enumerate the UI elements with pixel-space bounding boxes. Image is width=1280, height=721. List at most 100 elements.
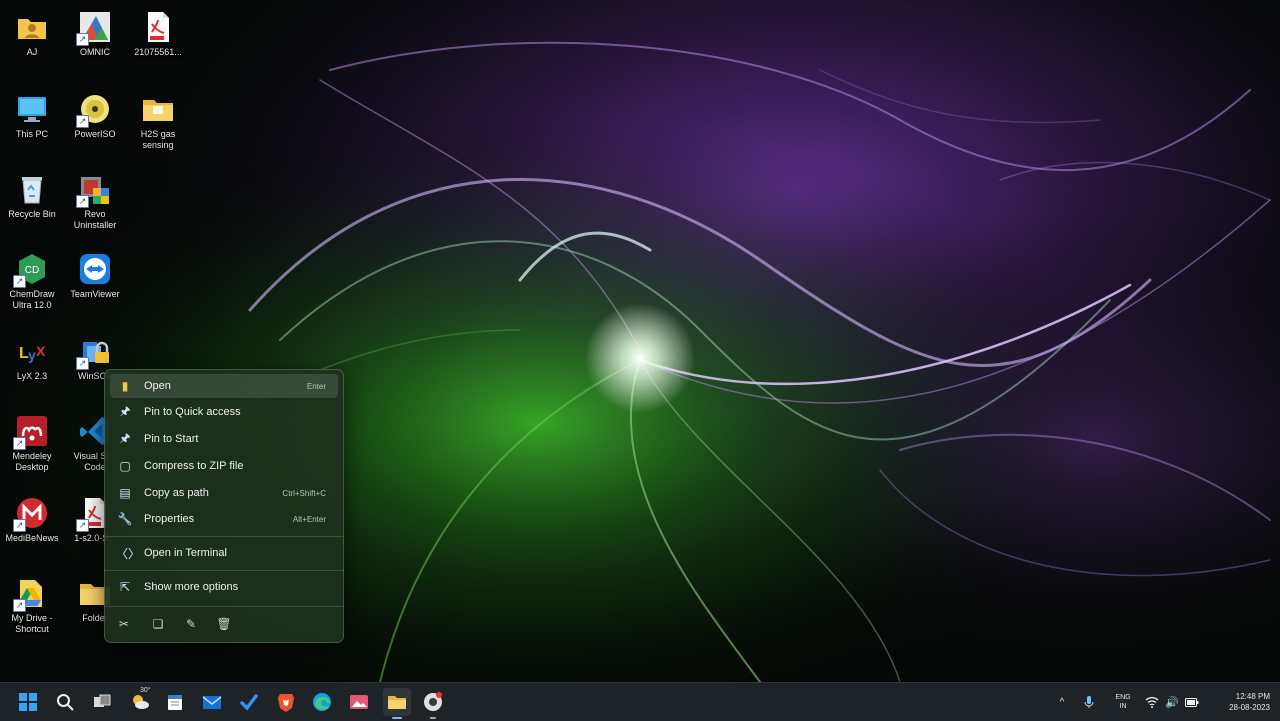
menu-item-label: Pin to Start (144, 433, 199, 445)
desktop-icon-teamviewer[interactable]: TeamViewer (65, 248, 125, 326)
terminal-icon: 〈〉 (116, 546, 141, 561)
menu-item-open[interactable]: ▮ Open Enter (110, 374, 338, 398)
svg-text:y: y (28, 347, 36, 363)
user-folder-icon (15, 10, 49, 44)
weather-widget[interactable]: 30° (126, 687, 154, 716)
shortcut-arrow-icon: ↗ (13, 519, 26, 532)
menu-item-shortcut: Enter (306, 381, 326, 391)
menu-separator (105, 570, 343, 571)
pin-icon: 🖈 (119, 430, 131, 445)
teamviewer-icon (78, 252, 112, 286)
zip-folder-icon: ▢ (119, 459, 131, 473)
cut-icon[interactable]: ✂ (113, 614, 135, 634)
taskbar-app-todo[interactable] (235, 688, 263, 716)
shortcut-arrow-icon: ↗ (13, 437, 26, 450)
desktop-icon-mendeley[interactable]: ↗ Mendeley Desktop (2, 410, 62, 488)
taskbar-app-chrome[interactable] (419, 688, 447, 719)
taskbar: 30° ^ ENG IN 🔊 12:48 PM 28-08-2023 (0, 682, 1280, 721)
mail-icon (202, 696, 222, 709)
clock[interactable]: 12:48 PM 28-08-2023 (1208, 683, 1270, 721)
taskbar-app-file-explorer[interactable] (383, 688, 411, 719)
wifi-icon (1145, 697, 1159, 708)
desktop-icon-poweriso[interactable]: ↗ PowerISO (65, 88, 125, 166)
menu-item-copy-as-path[interactable]: ▤ Copy as path Ctrl+Shift+C (110, 481, 338, 505)
menu-separator (105, 536, 343, 537)
battery-icon (1185, 697, 1199, 707)
desktop-icon-omnic[interactable]: ↗ OMNIC (65, 6, 125, 84)
desktop-icon-recycle-bin[interactable]: Recycle Bin (2, 168, 62, 246)
search-button[interactable] (51, 688, 79, 716)
show-hidden-icons-button[interactable]: ^ (1054, 683, 1070, 721)
task-view-button[interactable] (88, 688, 116, 716)
copy-path-icon: ▤ (119, 486, 131, 500)
menu-item-show-more-options[interactable]: ⇱ Show more options (110, 575, 338, 599)
more-options-icon: ⇱ (119, 580, 131, 594)
battery-button[interactable] (1182, 683, 1202, 721)
chrome-browser-icon (424, 692, 442, 711)
windows-logo-icon (19, 693, 37, 711)
weather-sun-cloud-icon (133, 695, 149, 709)
folder-open-icon: ▮ (121, 379, 129, 393)
menu-item-properties[interactable]: 🔧 Properties Alt+Enter (110, 507, 338, 531)
lyx-icon: LyX (15, 334, 49, 368)
desktop-icon-pdf-21075561[interactable]: 21075561... (128, 6, 188, 84)
taskbar-app-mail[interactable] (198, 688, 226, 716)
desktop-icon-my-drive[interactable]: ↗ My Drive - Shortcut (2, 572, 62, 650)
desktop-icon-revo-uninstaller[interactable]: ↗ Revo Uninstaller (65, 168, 125, 246)
copy-icon[interactable]: ❏ (147, 614, 169, 634)
winscp-lock-icon: ↗ (76, 334, 112, 370)
clock-date: 28-08-2023 (1229, 703, 1270, 712)
checkmark-icon (240, 694, 258, 711)
volume-button[interactable]: 🔊 (1162, 683, 1182, 721)
desktop-icon-this-pc[interactable]: This PC (2, 88, 62, 166)
menu-item-label: Open in Terminal (144, 547, 227, 559)
shortcut-arrow-icon: ↗ (76, 115, 89, 128)
menu-item-pin-to-start[interactable]: 🖈 Pin to Start (110, 427, 338, 451)
revo-uninstaller-icon: ↗ (76, 172, 112, 208)
google-drive-icon: ↗ (13, 576, 49, 612)
shortcut-arrow-icon: ↗ (76, 519, 89, 532)
taskbar-app-edge[interactable] (308, 688, 336, 716)
delete-icon[interactable]: 🗑 (213, 614, 235, 634)
shortcut-arrow-icon: ↗ (13, 599, 26, 612)
microphone-button[interactable] (1080, 683, 1098, 721)
rename-icon[interactable]: ✎ (180, 614, 202, 634)
start-button[interactable] (14, 688, 42, 716)
desktop-icon-lyx[interactable]: LyX LyX 2.3 (2, 330, 62, 408)
menu-separator (105, 606, 343, 607)
svg-text:X: X (36, 343, 46, 359)
shortcut-arrow-icon: ↗ (76, 33, 89, 46)
desktop-icon-chemdraw[interactable]: CD ↗ ChemDraw Ultra 12.0 (2, 248, 62, 326)
pin-icon: 🖈 (119, 403, 131, 418)
edge-browser-icon (313, 693, 331, 711)
region-code: IN (1119, 703, 1127, 710)
shortcut-arrow-icon: ↗ (13, 275, 26, 288)
running-indicator (392, 717, 402, 719)
chevron-up-icon: ^ (1059, 696, 1065, 708)
menu-item-label: Compress to ZIP file (144, 460, 244, 472)
menu-item-label: Show more options (144, 581, 239, 593)
microphone-icon (1084, 696, 1094, 708)
language-indicator[interactable]: ENG IN (1108, 683, 1138, 721)
recycle-bin-icon (15, 172, 49, 206)
clock-time: 12:48 PM (1235, 692, 1270, 701)
shortcut-arrow-icon: ↗ (76, 195, 89, 208)
weather-temperature: 30° (140, 687, 151, 694)
menu-item-label: Pin to Quick access (144, 406, 241, 418)
network-button[interactable] (1142, 683, 1162, 721)
desktop-icon-aj[interactable]: AJ (2, 6, 62, 84)
menu-item-compress-zip[interactable]: ▢ Compress to ZIP file (110, 454, 338, 478)
speaker-icon: 🔊 (1165, 696, 1179, 709)
menu-item-open-in-terminal[interactable]: 〈〉 Open in Terminal (110, 541, 338, 565)
desktop-icon-h2s-gas-sensing[interactable]: H2S gas sensing (128, 88, 188, 166)
taskbar-app-notepad[interactable] (161, 688, 189, 716)
taskbar-app-brave[interactable] (272, 688, 300, 716)
running-indicator (430, 717, 436, 719)
pdf-file-icon (141, 10, 175, 44)
svg-text:CD: CD (25, 265, 39, 276)
menu-item-pin-quick-access[interactable]: 🖈 Pin to Quick access (110, 400, 338, 424)
taskbar-app-photos[interactable] (345, 688, 373, 716)
menu-item-shortcut: Ctrl+Shift+C (282, 488, 326, 498)
desktop-icon-medibenews[interactable]: ↗ MediBeNews (2, 492, 62, 570)
medibenews-icon: ↗ (13, 496, 49, 532)
